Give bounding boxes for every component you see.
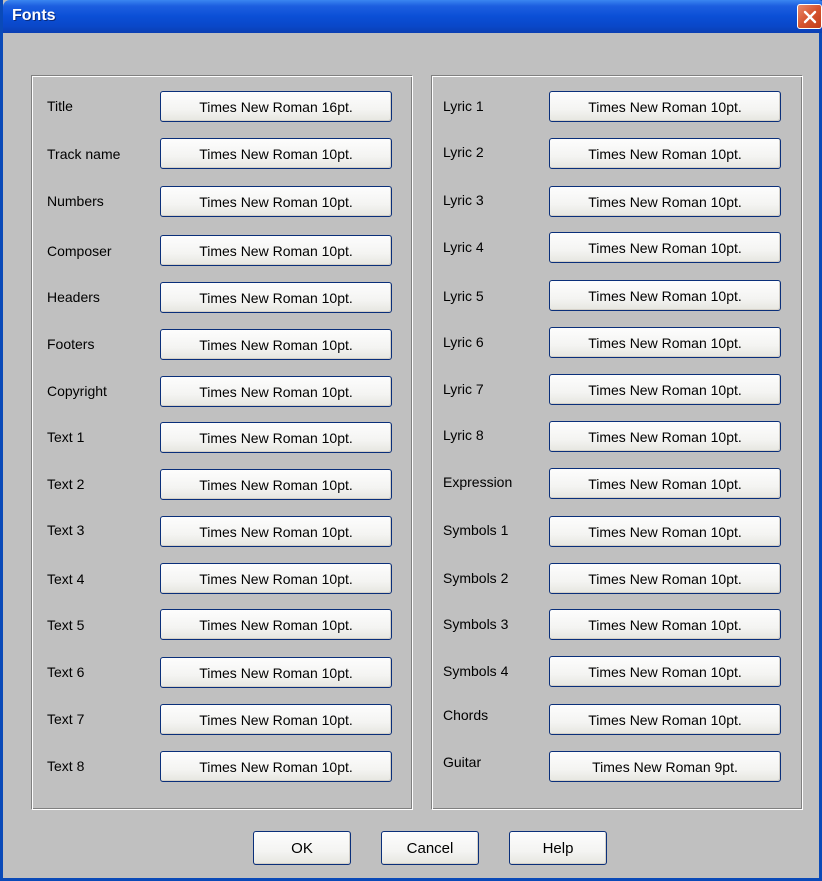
right-font-label: Chords <box>443 707 489 723</box>
right-font-label: Lyric 2 <box>443 144 484 160</box>
right-font-button[interactable]: Times New Roman 10pt. <box>549 280 781 311</box>
left-font-label: Text 7 <box>47 711 85 727</box>
right-font-button[interactable]: Times New Roman 10pt. <box>549 232 781 263</box>
left-font-label: Composer <box>47 243 112 259</box>
left-font-button[interactable]: Times New Roman 10pt. <box>160 751 392 782</box>
left-font-label: Text 2 <box>47 476 85 492</box>
left-font-button[interactable]: Times New Roman 10pt. <box>160 704 392 735</box>
left-font-button[interactable]: Times New Roman 10pt. <box>160 186 392 217</box>
left-font-button[interactable]: Times New Roman 10pt. <box>160 422 392 453</box>
right-font-button[interactable]: Times New Roman 10pt. <box>549 704 781 735</box>
left-font-button[interactable]: Times New Roman 10pt. <box>160 657 392 688</box>
left-font-label: Text 6 <box>47 664 85 680</box>
left-font-label: Title <box>47 98 73 114</box>
right-font-button[interactable]: Times New Roman 10pt. <box>549 186 781 217</box>
left-font-label: Copyright <box>47 383 107 399</box>
right-font-label: Lyric 5 <box>443 288 484 304</box>
right-font-button[interactable]: Times New Roman 10pt. <box>549 563 781 594</box>
help-button[interactable]: Help <box>509 831 607 865</box>
title-bar[interactable]: Fonts <box>3 0 822 33</box>
left-font-button[interactable]: Times New Roman 10pt. <box>160 516 392 547</box>
left-font-label: Headers <box>47 289 100 305</box>
cancel-button[interactable]: Cancel <box>381 831 479 865</box>
left-font-button[interactable]: Times New Roman 10pt. <box>160 138 392 169</box>
right-font-label: Lyric 3 <box>443 192 484 208</box>
left-font-button[interactable]: Times New Roman 10pt. <box>160 609 392 640</box>
right-font-button[interactable]: Times New Roman 10pt. <box>549 138 781 169</box>
left-font-label: Text 8 <box>47 758 85 774</box>
left-font-label: Track name <box>47 146 121 162</box>
fonts-dialog: Fonts Title Times New Roman 16pt. Track na… <box>0 0 822 881</box>
right-font-label: Symbols 1 <box>443 522 509 538</box>
right-font-button[interactable]: Times New Roman 10pt. <box>549 421 781 452</box>
right-font-button[interactable]: Times New Roman 10pt. <box>549 91 781 122</box>
left-font-button[interactable]: Times New Roman 10pt. <box>160 282 392 313</box>
right-font-button[interactable]: Times New Roman 10pt. <box>549 327 781 358</box>
left-font-button[interactable]: Times New Roman 10pt. <box>160 329 392 360</box>
right-font-button[interactable]: Times New Roman 10pt. <box>549 468 781 499</box>
right-font-button[interactable]: Times New Roman 9pt. <box>549 751 781 782</box>
right-font-button[interactable]: Times New Roman 10pt. <box>549 656 781 687</box>
right-font-label: Lyric 1 <box>443 98 484 114</box>
left-font-label: Numbers <box>47 193 104 209</box>
right-font-button[interactable]: Times New Roman 10pt. <box>549 516 781 547</box>
right-font-label: Lyric 7 <box>443 381 484 397</box>
ok-button[interactable]: OK <box>253 831 351 865</box>
right-font-label: Guitar <box>443 754 482 770</box>
left-font-button[interactable]: Times New Roman 10pt. <box>160 469 392 500</box>
right-font-label: Lyric 6 <box>443 334 484 350</box>
right-font-label: Lyric 8 <box>443 427 484 443</box>
left-font-button[interactable]: Times New Roman 16pt. <box>160 91 392 122</box>
left-font-label: Text 4 <box>47 571 85 587</box>
left-font-label: Footers <box>47 336 95 352</box>
left-font-button[interactable]: Times New Roman 10pt. <box>160 563 392 594</box>
left-font-label: Text 3 <box>47 522 85 538</box>
right-font-button[interactable]: Times New Roman 10pt. <box>549 609 781 640</box>
left-font-button[interactable]: Times New Roman 10pt. <box>160 235 392 266</box>
right-font-label: Symbols 2 <box>443 570 509 586</box>
right-font-label: Lyric 4 <box>443 239 484 255</box>
left-font-button[interactable]: Times New Roman 10pt. <box>160 376 392 407</box>
window-title: Fonts <box>12 7 56 24</box>
right-font-label: Symbols 3 <box>443 616 509 632</box>
left-font-label: Text 5 <box>47 617 85 633</box>
right-font-label: Symbols 4 <box>443 663 509 679</box>
left-font-label: Text 1 <box>47 429 85 445</box>
right-font-button[interactable]: Times New Roman 10pt. <box>549 374 781 405</box>
right-font-label: Expression <box>443 474 513 490</box>
close-button[interactable] <box>797 4 822 29</box>
close-icon <box>803 10 816 23</box>
